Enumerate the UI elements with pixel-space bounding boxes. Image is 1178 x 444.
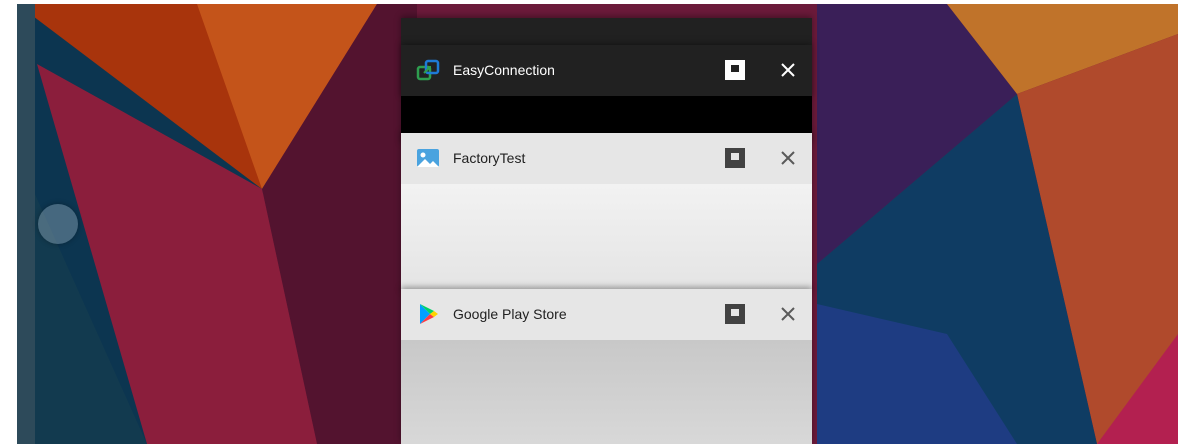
app-title: FactoryTest (453, 150, 526, 166)
card-header: EasyConnection (401, 45, 812, 96)
app-title: Google Play Store (453, 306, 567, 322)
recent-card-easyconnection[interactable]: EasyConnection (401, 45, 812, 145)
close-x-icon[interactable] (776, 146, 800, 170)
close-x-icon[interactable] (776, 302, 800, 326)
gallery-image-icon (416, 146, 440, 170)
square-window-icon[interactable] (723, 302, 747, 326)
side-drawer-handle[interactable] (38, 204, 78, 244)
app-title: EasyConnection (453, 62, 555, 78)
app-preview (401, 340, 812, 444)
app-preview (401, 184, 812, 293)
card-header: FactoryTest (401, 133, 812, 184)
easyconnection-icon (416, 58, 440, 82)
recent-card-google-play-store[interactable]: Google Play Store (401, 289, 812, 444)
card-header: Google Play Store (401, 289, 812, 340)
close-x-icon[interactable] (776, 58, 800, 82)
square-window-icon[interactable] (723, 58, 747, 82)
recent-card-factorytest[interactable]: FactoryTest (401, 133, 812, 293)
google-play-icon (416, 302, 440, 326)
square-window-icon[interactable] (723, 146, 747, 170)
